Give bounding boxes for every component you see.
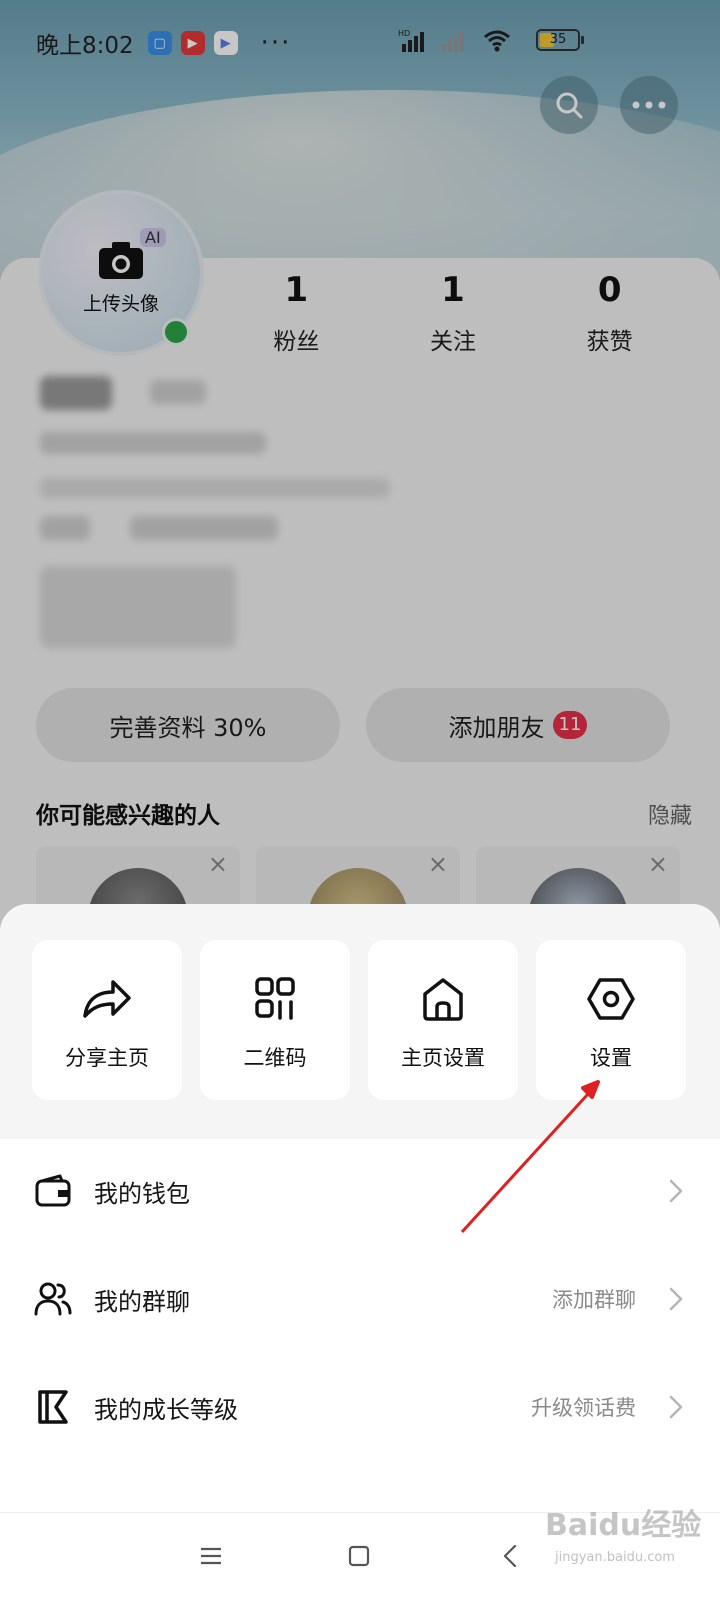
share-profile-button[interactable]: 分享主页 bbox=[32, 940, 182, 1100]
menu-icon[interactable] bbox=[198, 1543, 224, 1569]
quick-action-label: 分享主页 bbox=[65, 1046, 149, 1070]
watermark-logo: Baidu经验 bbox=[545, 1508, 702, 1543]
watermark-url: jingyan.baidu.com bbox=[555, 1550, 675, 1565]
bottom-sheet: 分享主页 二维码 主页设置 设置 我的钱包 我的群聊 添加群聊 我的成长等级 升… bbox=[0, 904, 720, 1600]
chevron-right-icon bbox=[669, 1287, 683, 1311]
home-icon bbox=[423, 978, 463, 1021]
settings-hexagon-icon bbox=[587, 978, 635, 1020]
menu-item-label: 我的钱包 bbox=[94, 1179, 190, 1208]
back-icon[interactable] bbox=[498, 1543, 524, 1569]
menu-item-label: 我的成长等级 bbox=[94, 1395, 238, 1424]
qr-code-icon bbox=[255, 977, 295, 1020]
settings-button[interactable]: 设置 bbox=[536, 940, 686, 1100]
profile-settings-button[interactable]: 主页设置 bbox=[368, 940, 518, 1100]
growth-level-icon bbox=[38, 1390, 68, 1424]
quick-action-label: 设置 bbox=[590, 1046, 632, 1070]
quick-actions: 分享主页 二维码 主页设置 设置 bbox=[0, 904, 720, 1139]
menu-item-wallet[interactable]: 我的钱包 bbox=[0, 1136, 720, 1246]
wallet-icon bbox=[35, 1174, 71, 1207]
menu-item-group-chats[interactable]: 我的群聊 添加群聊 bbox=[0, 1244, 720, 1354]
menu-item-label: 我的群聊 bbox=[94, 1287, 190, 1316]
menu-item-growth-level[interactable]: 我的成长等级 升级领话费 bbox=[0, 1352, 720, 1462]
group-chat-icon bbox=[34, 1282, 72, 1316]
qr-code-button[interactable]: 二维码 bbox=[200, 940, 350, 1100]
menu-item-hint: 添加群聊 bbox=[552, 1288, 636, 1312]
menu-item-hint: 升级领话费 bbox=[531, 1396, 636, 1420]
share-icon bbox=[83, 980, 131, 1018]
chevron-right-icon bbox=[669, 1395, 683, 1419]
quick-action-label: 二维码 bbox=[243, 1046, 307, 1070]
home-square-icon[interactable] bbox=[346, 1543, 372, 1569]
chevron-right-icon bbox=[669, 1179, 683, 1203]
quick-action-label: 主页设置 bbox=[401, 1046, 485, 1070]
